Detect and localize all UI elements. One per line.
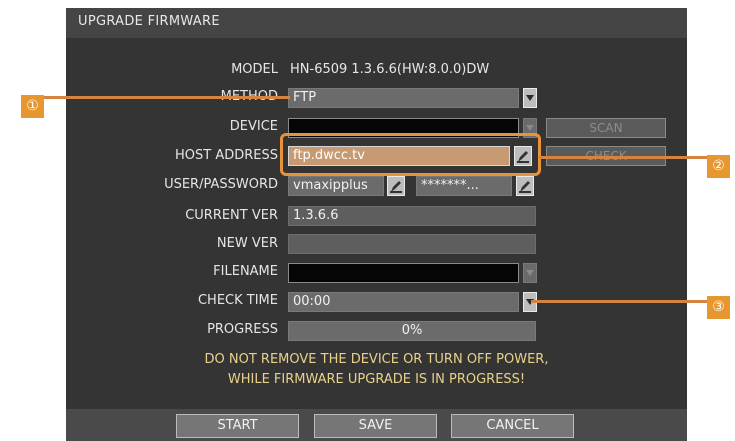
model-label: MODEL [231,62,278,77]
check-time-select[interactable]: 00:00 [288,292,519,312]
host-address-label: HOST ADDRESS [175,148,278,163]
callout-1-badge: ① [21,95,44,118]
device-label: DEVICE [229,119,278,134]
filename-label: FILENAME [213,264,278,279]
host-address-highlight [280,133,541,176]
callout-3-line [531,300,707,303]
new-ver-label: NEW VER [216,236,278,251]
edit-pencil-icon[interactable] [516,176,534,196]
password-input[interactable]: *******... [416,176,512,196]
progress-label: PROGRESS [207,322,278,337]
user-password-label: USER/PASSWORD [164,177,278,192]
current-ver-value: 1.3.6.6 [288,206,536,226]
filename-dropdown-icon [523,263,537,283]
callout-1-line [44,96,290,99]
dialog-title: UPGRADE FIRMWARE [78,14,220,29]
method-dropdown-icon[interactable] [523,88,537,108]
filename-select[interactable] [288,263,519,283]
callout-2-line [539,156,707,159]
callout-2-badge: ② [707,155,730,178]
warning-line-2: WHILE FIRMWARE UPGRADE IS IN PROGRESS! [227,372,526,387]
current-ver-label: CURRENT VER [185,208,278,223]
method-select[interactable]: FTP [288,88,519,108]
model-value: HN-6509 1.3.6.6(HW:8.0.0)DW [290,62,490,77]
callout-3-badge: ③ [707,296,730,319]
new-ver-value [288,234,536,254]
edit-pencil-icon[interactable] [387,176,405,196]
save-button[interactable]: SAVE [314,414,437,438]
cancel-button[interactable]: CANCEL [451,414,574,438]
warning-line-1: DO NOT REMOVE THE DEVICE OR TURN OFF POW… [204,352,549,367]
user-input[interactable]: vmaxipplus [288,176,384,196]
progress-value: 0% [401,323,423,338]
check-time-label: CHECK TIME [197,293,278,308]
start-button[interactable]: START [176,414,299,438]
progress-bar: 0% [288,321,536,341]
scan-button[interactable]: SCAN [546,118,666,138]
